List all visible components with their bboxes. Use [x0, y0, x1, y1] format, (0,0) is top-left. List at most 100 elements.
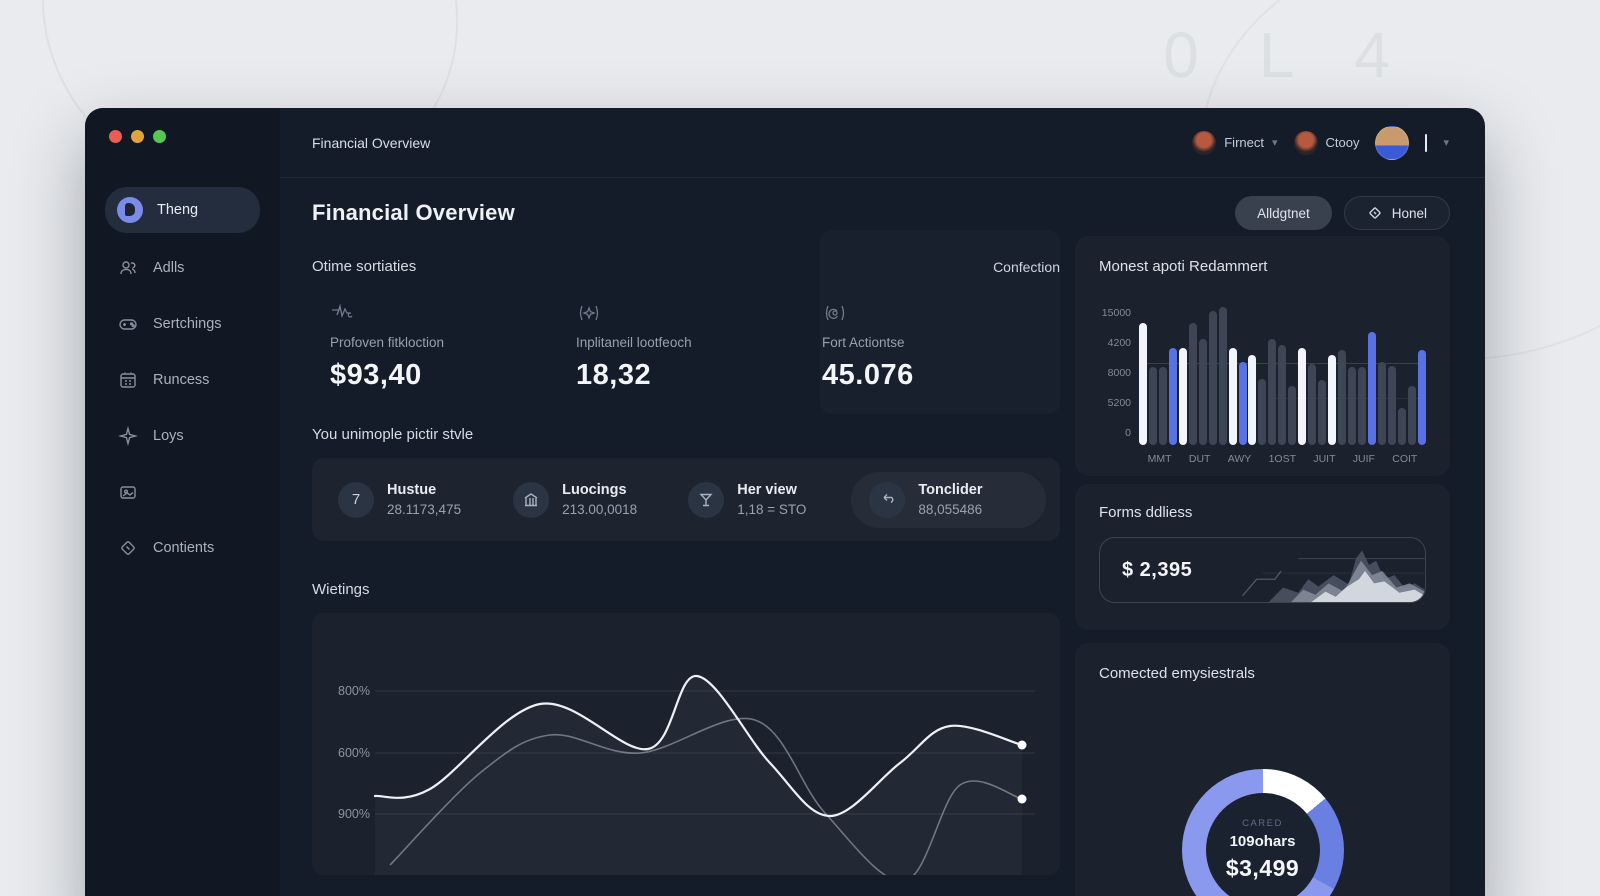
quick-value: 28.1173,475 — [387, 502, 462, 517]
scribble-chart-icon — [330, 301, 558, 325]
stat-card: Fort Actiontse 45.076 — [804, 301, 1050, 392]
x-axis-label: JUIT — [1313, 453, 1336, 465]
sidebar-item-label: Theng — [157, 202, 199, 218]
users-icon — [117, 257, 139, 279]
sidebar-item-label: Sertchings — [153, 316, 222, 332]
stat-label: Fort Actiontse — [822, 335, 905, 350]
stat-card: Inplitaneil lootfeoch 18,32 — [558, 301, 804, 392]
bar — [1338, 350, 1347, 445]
bar — [1377, 362, 1386, 445]
user-avatar — [1293, 130, 1318, 155]
bar — [1268, 338, 1277, 445]
calendar-icon — [117, 369, 139, 391]
bar — [1328, 354, 1337, 445]
bar — [1148, 367, 1157, 445]
sidebar-item-runcess[interactable]: Runcess — [105, 359, 260, 401]
wietings-chart: 800% 600% 900% — [312, 613, 1060, 875]
bar — [1407, 386, 1416, 445]
martini-icon — [688, 481, 725, 518]
y-axis-label: 900% — [338, 807, 370, 821]
topbar-right: Firnect ▾ Ctooy ▾ — [1192, 125, 1449, 160]
stat-label: Profoven fitkloction — [330, 335, 445, 350]
forms-value-box: $ 2,395 — [1099, 537, 1426, 603]
sidebar-item-sertchings[interactable]: Sertchings — [105, 303, 260, 345]
close-window-button[interactable] — [109, 130, 122, 143]
page-body: Financial Overview Alldgtnet Honel Otime… — [280, 178, 1485, 896]
y-axis-label: 800% — [338, 684, 370, 698]
sidebar-item-theng[interactable]: Theng — [105, 187, 260, 233]
stat-value: 45.076 — [822, 359, 914, 391]
user-label: Ctooy — [1325, 135, 1360, 150]
alldgtnet-button[interactable]: Alldgtnet — [1235, 196, 1332, 230]
bar — [1357, 366, 1366, 445]
stat-label: Inplitaneil lootfeoch — [576, 335, 692, 350]
quick-item-tonclider: Tonclider 88,055486 — [851, 471, 1046, 528]
y-axis-label: 600% — [338, 746, 370, 760]
bar — [1248, 354, 1257, 445]
sparkle-icon — [117, 425, 139, 447]
workspace-avatar — [1192, 130, 1217, 155]
y-axis-label: 8000 — [1107, 367, 1131, 379]
sidebar: Theng Adlls Sertchings Runcess Loys Cont… — [85, 108, 280, 896]
quick-card: 7 Hustue 28.1173,475 Luocings 213.00,001… — [312, 458, 1060, 541]
number-badge: 7 — [338, 481, 374, 518]
sidebar-item-adlls[interactable]: Adlls — [105, 247, 260, 289]
donut-center: CARED 109ohars $3,499 — [1205, 793, 1320, 896]
sidebar-item-media[interactable] — [105, 471, 260, 513]
image-icon — [117, 481, 139, 503]
window-controls — [105, 130, 260, 143]
bar — [1288, 385, 1297, 445]
stats-section: Otime sortiaties Confection Profoven fit… — [312, 236, 1060, 392]
divider — [1425, 133, 1428, 152]
sidebar-item-label: Runcess — [153, 372, 210, 388]
topbar: Financial Overview Firnect ▾ Ctooy ▾ — [280, 108, 1485, 178]
quick-label: Luocings — [562, 482, 627, 498]
bar — [1228, 347, 1237, 445]
quick-value: 213.00,0018 — [562, 502, 638, 517]
sidebar-item-label: Adlls — [153, 260, 185, 276]
app-logo — [117, 197, 143, 223]
topbar-title: Financial Overview — [312, 134, 431, 151]
sidebar-item-loys[interactable]: Loys — [105, 415, 260, 457]
x-axis-label: DUT — [1188, 453, 1211, 465]
bar — [1298, 347, 1307, 445]
bar — [1168, 347, 1177, 445]
forms-value: $ 2,395 — [1122, 558, 1193, 581]
stat-card: Profoven fitkloction $93,40 — [312, 301, 558, 392]
chevron-down-icon[interactable]: ▾ — [1443, 136, 1449, 149]
sidebar-item-contients[interactable]: Contients — [105, 527, 260, 569]
bank-icon — [513, 481, 550, 518]
quick-label: Tonclider — [918, 482, 983, 498]
profile-avatar[interactable] — [1375, 125, 1410, 160]
quick-label: Hustue — [387, 482, 437, 498]
diamond-icon — [117, 537, 139, 559]
minimize-window-button[interactable] — [131, 130, 144, 143]
workspace-label: Firnect — [1224, 135, 1264, 150]
quick-value: 88,055486 — [918, 502, 983, 517]
quick-item-luocings: Luocings 213.00,0018 — [501, 472, 676, 528]
stat-value: $93,40 — [330, 359, 422, 391]
bar — [1158, 367, 1167, 445]
bar — [1318, 379, 1327, 445]
secondary-user[interactable]: Ctooy — [1293, 130, 1360, 155]
x-axis-label: AWY — [1227, 453, 1252, 465]
quick-value: 1,18 = STO — [737, 502, 807, 517]
workspace-selector[interactable]: Firnect ▾ — [1192, 130, 1278, 155]
page-title: Financial Overview — [312, 200, 515, 225]
diamond-icon — [1369, 207, 1381, 219]
honel-button[interactable]: Honel — [1343, 196, 1450, 230]
donut-label: 109ohars — [1229, 833, 1296, 850]
x-axis-label: 1OST — [1268, 453, 1297, 465]
zoom-window-button[interactable] — [153, 130, 166, 143]
right-column: Monest apoti Redammert 15000 4200 8000 5… — [1075, 236, 1450, 896]
bar — [1139, 323, 1147, 445]
donut-title: Comected emysiestrals — [1099, 665, 1255, 682]
y-axis-label: 15000 — [1101, 307, 1131, 319]
bar-chart-panel: Monest apoti Redammert 15000 4200 8000 5… — [1075, 236, 1450, 476]
paren-star-icon — [576, 301, 804, 325]
y-axis-label: 4200 — [1107, 337, 1131, 349]
bar — [1198, 338, 1207, 445]
main-content: Financial Overview Firnect ▾ Ctooy ▾ Fin… — [280, 108, 1485, 896]
page-header: Financial Overview Alldgtnet Honel — [312, 196, 1450, 230]
paren-at-icon — [822, 301, 1050, 325]
